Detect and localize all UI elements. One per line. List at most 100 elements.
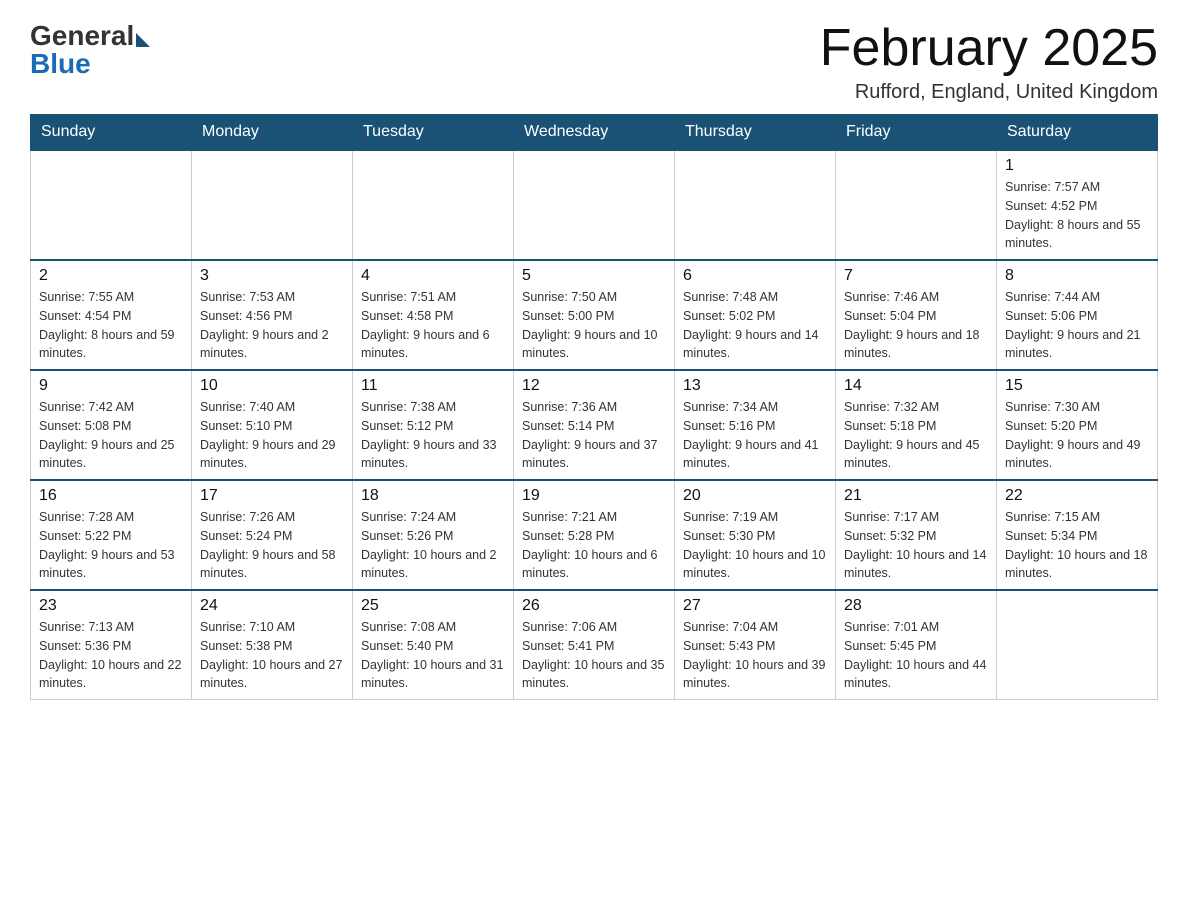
calendar-week-row: 23Sunrise: 7:13 AMSunset: 5:36 PMDayligh… [31, 590, 1158, 700]
day-number: 6 [683, 267, 827, 285]
day-number: 22 [1005, 487, 1149, 505]
day-info: Sunrise: 7:04 AMSunset: 5:43 PMDaylight:… [683, 618, 827, 693]
title-block: February 2025 Rufford, England, United K… [820, 20, 1158, 104]
day-info: Sunrise: 7:46 AMSunset: 5:04 PMDaylight:… [844, 288, 988, 363]
calendar-day-cell: 26 Sunrise: 7:06 AMSunset: 5:41 PMDayligh… [514, 590, 675, 700]
day-number: 27 [683, 597, 827, 615]
day-info: Sunrise: 7:44 AMSunset: 5:06 PMDaylight:… [1005, 288, 1149, 363]
calendar-day-cell: 9Sunrise: 7:42 AMSunset: 5:08 PMDaylight… [31, 370, 192, 480]
day-info: Sunrise: 7:19 AMSunset: 5:30 PMDaylight:… [683, 508, 827, 583]
calendar-day-cell [31, 150, 192, 260]
calendar-day-header: Tuesday [353, 115, 514, 151]
logo: General Blue [30, 20, 150, 80]
day-info: Sunrise: 7:48 AMSunset: 5:02 PMDaylight:… [683, 288, 827, 363]
day-info: Sunrise: 7:30 AMSunset: 5:20 PMDaylight:… [1005, 398, 1149, 473]
day-number: 12 [522, 377, 666, 395]
calendar-day-cell [353, 150, 514, 260]
calendar-day-cell: 7 Sunrise: 7:46 AMSunset: 5:04 PMDaylight… [836, 260, 997, 370]
calendar-day-cell: 5 Sunrise: 7:50 AMSunset: 5:00 PMDaylight… [514, 260, 675, 370]
day-number: 26 [522, 597, 666, 615]
calendar-day-cell: 23Sunrise: 7:13 AMSunset: 5:36 PMDayligh… [31, 590, 192, 700]
day-info: Sunrise: 7:06 AMSunset: 5:41 PMDaylight:… [522, 618, 666, 693]
day-number: 28 [844, 597, 988, 615]
calendar-day-cell: 15 Sunrise: 7:30 AMSunset: 5:20 PMDayligh… [997, 370, 1158, 480]
calendar-day-header: Thursday [675, 115, 836, 151]
day-number: 20 [683, 487, 827, 505]
day-info: Sunrise: 7:40 AMSunset: 5:10 PMDaylight:… [200, 398, 344, 473]
day-info: Sunrise: 7:10 AMSunset: 5:38 PMDaylight:… [200, 618, 344, 693]
month-title: February 2025 [820, 20, 1158, 77]
day-info: Sunrise: 7:26 AMSunset: 5:24 PMDaylight:… [200, 508, 344, 583]
day-info: Sunrise: 7:28 AMSunset: 5:22 PMDaylight:… [39, 508, 183, 583]
calendar-day-cell: 12 Sunrise: 7:36 AMSunset: 5:14 PMDayligh… [514, 370, 675, 480]
day-info: Sunrise: 7:53 AMSunset: 4:56 PMDaylight:… [200, 288, 344, 363]
calendar-day-cell [997, 590, 1158, 700]
calendar-day-cell: 16Sunrise: 7:28 AMSunset: 5:22 PMDayligh… [31, 480, 192, 590]
calendar-day-cell [836, 150, 997, 260]
day-number: 11 [361, 377, 505, 395]
calendar-day-cell: 24 Sunrise: 7:10 AMSunset: 5:38 PMDayligh… [192, 590, 353, 700]
calendar-day-cell: 27 Sunrise: 7:04 AMSunset: 5:43 PMDayligh… [675, 590, 836, 700]
day-number: 14 [844, 377, 988, 395]
calendar-day-header: Sunday [31, 115, 192, 151]
calendar-day-header: Saturday [997, 115, 1158, 151]
day-info: Sunrise: 7:38 AMSunset: 5:12 PMDaylight:… [361, 398, 505, 473]
day-info: Sunrise: 7:15 AMSunset: 5:34 PMDaylight:… [1005, 508, 1149, 583]
calendar-week-row: 1 Sunrise: 7:57 AMSunset: 4:52 PMDaylight… [31, 150, 1158, 260]
day-info: Sunrise: 7:32 AMSunset: 5:18 PMDaylight:… [844, 398, 988, 473]
day-info: Sunrise: 7:17 AMSunset: 5:32 PMDaylight:… [844, 508, 988, 583]
calendar-day-cell [192, 150, 353, 260]
day-number: 24 [200, 597, 344, 615]
calendar-day-cell: 13 Sunrise: 7:34 AMSunset: 5:16 PMDayligh… [675, 370, 836, 480]
calendar-day-cell: 20 Sunrise: 7:19 AMSunset: 5:30 PMDayligh… [675, 480, 836, 590]
calendar-day-cell: 3 Sunrise: 7:53 AMSunset: 4:56 PMDaylight… [192, 260, 353, 370]
day-number: 2 [39, 267, 183, 285]
calendar-day-cell: 6 Sunrise: 7:48 AMSunset: 5:02 PMDaylight… [675, 260, 836, 370]
calendar-day-header: Friday [836, 115, 997, 151]
location-text: Rufford, England, United Kingdom [820, 81, 1158, 104]
day-number: 7 [844, 267, 988, 285]
calendar-day-cell: 14 Sunrise: 7:32 AMSunset: 5:18 PMDayligh… [836, 370, 997, 480]
day-info: Sunrise: 7:57 AMSunset: 4:52 PMDaylight:… [1005, 178, 1149, 253]
day-number: 9 [39, 377, 183, 395]
day-info: Sunrise: 7:13 AMSunset: 5:36 PMDaylight:… [39, 618, 183, 693]
day-number: 19 [522, 487, 666, 505]
calendar-day-cell: 11 Sunrise: 7:38 AMSunset: 5:12 PMDayligh… [353, 370, 514, 480]
calendar-day-header: Wednesday [514, 115, 675, 151]
day-number: 15 [1005, 377, 1149, 395]
day-info: Sunrise: 7:24 AMSunset: 5:26 PMDaylight:… [361, 508, 505, 583]
calendar-header-row: SundayMondayTuesdayWednesdayThursdayFrid… [31, 115, 1158, 151]
calendar-day-cell: 21 Sunrise: 7:17 AMSunset: 5:32 PMDayligh… [836, 480, 997, 590]
day-number: 17 [200, 487, 344, 505]
calendar-day-cell: 19 Sunrise: 7:21 AMSunset: 5:28 PMDayligh… [514, 480, 675, 590]
calendar-day-cell: 28Sunrise: 7:01 AMSunset: 5:45 PMDayligh… [836, 590, 997, 700]
calendar-week-row: 2 Sunrise: 7:55 AMSunset: 4:54 PMDaylight… [31, 260, 1158, 370]
day-info: Sunrise: 7:51 AMSunset: 4:58 PMDaylight:… [361, 288, 505, 363]
logo-blue-text: Blue [30, 48, 91, 80]
day-info: Sunrise: 7:50 AMSunset: 5:00 PMDaylight:… [522, 288, 666, 363]
calendar-day-cell: 10 Sunrise: 7:40 AMSunset: 5:10 PMDayligh… [192, 370, 353, 480]
calendar-day-cell: 4 Sunrise: 7:51 AMSunset: 4:58 PMDaylight… [353, 260, 514, 370]
day-number: 21 [844, 487, 988, 505]
day-info: Sunrise: 7:55 AMSunset: 4:54 PMDaylight:… [39, 288, 183, 363]
calendar-day-cell: 25Sunrise: 7:08 AMSunset: 5:40 PMDayligh… [353, 590, 514, 700]
day-info: Sunrise: 7:21 AMSunset: 5:28 PMDaylight:… [522, 508, 666, 583]
day-number: 13 [683, 377, 827, 395]
day-info: Sunrise: 7:34 AMSunset: 5:16 PMDaylight:… [683, 398, 827, 473]
calendar-day-header: Monday [192, 115, 353, 151]
calendar-day-cell: 17 Sunrise: 7:26 AMSunset: 5:24 PMDayligh… [192, 480, 353, 590]
calendar-table: SundayMondayTuesdayWednesdayThursdayFrid… [30, 114, 1158, 700]
day-number: 18 [361, 487, 505, 505]
day-number: 25 [361, 597, 505, 615]
day-info: Sunrise: 7:36 AMSunset: 5:14 PMDaylight:… [522, 398, 666, 473]
day-number: 10 [200, 377, 344, 395]
calendar-day-cell: 1 Sunrise: 7:57 AMSunset: 4:52 PMDaylight… [997, 150, 1158, 260]
calendar-day-cell: 2 Sunrise: 7:55 AMSunset: 4:54 PMDaylight… [31, 260, 192, 370]
calendar-week-row: 9Sunrise: 7:42 AMSunset: 5:08 PMDaylight… [31, 370, 1158, 480]
day-number: 4 [361, 267, 505, 285]
day-number: 5 [522, 267, 666, 285]
calendar-week-row: 16Sunrise: 7:28 AMSunset: 5:22 PMDayligh… [31, 480, 1158, 590]
day-number: 3 [200, 267, 344, 285]
day-number: 1 [1005, 157, 1149, 175]
calendar-day-cell: 22 Sunrise: 7:15 AMSunset: 5:34 PMDayligh… [997, 480, 1158, 590]
